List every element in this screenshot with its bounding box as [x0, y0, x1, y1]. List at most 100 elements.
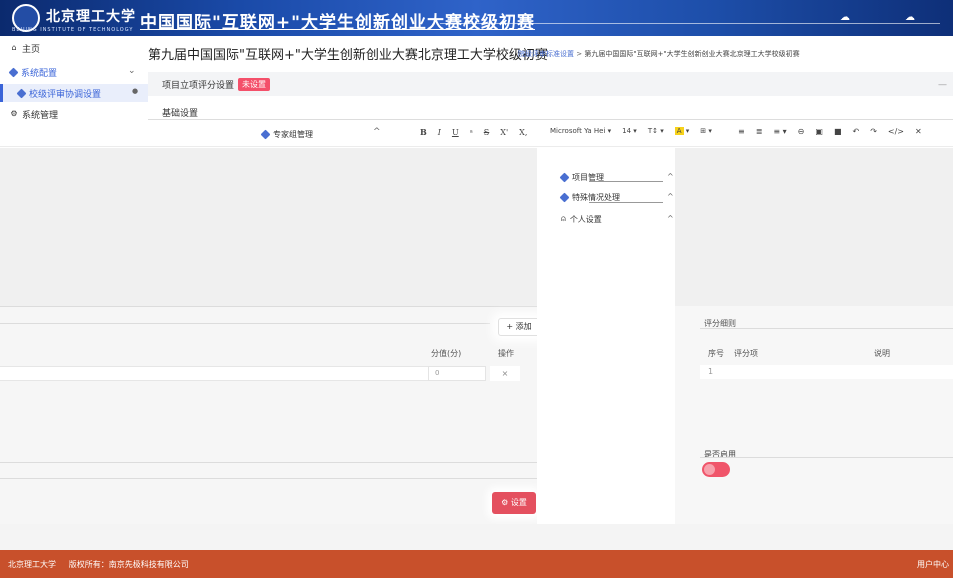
- font-color-button[interactable]: A ▾: [674, 127, 690, 135]
- school-logo-text: 北京理工大学: [46, 9, 136, 25]
- banner-title: 中国国际"互联网+"大学生创新创业大赛校级初赛: [140, 13, 535, 33]
- footer-school: 北京理工大学: [8, 560, 56, 569]
- code-icon[interactable]: </>: [888, 127, 904, 136]
- home-icon: ⌂: [11, 43, 17, 52]
- scoring-setting-label: 项目立项评分设置: [162, 80, 235, 91]
- align-select[interactable]: ≡ ▾: [773, 127, 786, 136]
- banner-ornament-icon: ☁: [840, 12, 850, 23]
- chevron-up-icon[interactable]: ^: [667, 214, 674, 223]
- table-button[interactable]: ⊞ ▾: [700, 127, 712, 135]
- cube-icon: [559, 172, 570, 182]
- strike-a-button[interactable]: ᵃ: [470, 128, 473, 137]
- clear-format-icon[interactable]: ✕: [915, 127, 922, 136]
- italic-button[interactable]: I: [438, 128, 441, 137]
- divider: [0, 478, 537, 479]
- cube-icon: [559, 192, 570, 202]
- banner-divider: [440, 23, 940, 24]
- divider: [0, 306, 537, 307]
- insert-controls: ≡ ≣ ≡ ▾ ⊖ ▣ ■ ↶ ↷ </> ✕: [738, 127, 922, 136]
- school-logo-subtitle: BEIJING INSTITUTE OF TECHNOLOGY: [12, 27, 134, 33]
- content-bottom: [0, 524, 953, 550]
- redo-icon[interactable]: ↷: [870, 127, 877, 136]
- settings-button[interactable]: ⚙ 设置: [492, 492, 536, 514]
- dropdown-menu: 项目管理 ^ 特殊情况处理 ^ ⍝ 个人设置 ^: [537, 148, 675, 524]
- chevron-down-icon: ▾: [685, 127, 690, 135]
- breadcrumb-separator: >: [576, 50, 583, 58]
- footer: 北京理工大学 版权所有：南京先极科技有限公司 用户中心: [0, 550, 953, 578]
- sidebar: ⌂ 主页 系统配置 ⌄ 校级评审协调设置 ● ⚙ 系统管理: [0, 36, 148, 122]
- unordered-list-icon[interactable]: ≡: [738, 127, 745, 136]
- dot-icon: ●: [132, 87, 139, 95]
- score-input[interactable]: 0: [428, 366, 486, 381]
- chevron-up-icon[interactable]: ^: [667, 172, 674, 181]
- editor-area-right[interactable]: [675, 148, 953, 306]
- chevron-up-icon[interactable]: ^: [373, 127, 381, 137]
- undo-icon[interactable]: ↶: [853, 127, 860, 136]
- cube-icon: [260, 129, 271, 140]
- underline-button[interactable]: U: [452, 128, 459, 137]
- format-buttons: B I U ᵃ S X' X,: [420, 127, 527, 137]
- font-family-select[interactable]: Microsoft Ya Hei ▾: [550, 127, 611, 135]
- basic-settings-row: 基础设置: [148, 104, 953, 120]
- editor-area[interactable]: [0, 148, 537, 306]
- sidebar-item-label: 系统管理: [22, 110, 59, 121]
- divider: [589, 181, 663, 182]
- divider: [0, 462, 537, 463]
- page-title: 第九届中国国际"互联网+"大学生创新创业大赛北京理工大学校级初赛: [148, 48, 548, 63]
- column-header-index: 序号: [708, 349, 724, 358]
- table-row: [700, 365, 953, 379]
- column-header-score: 分值(分): [431, 349, 462, 358]
- scoring-setting-bar[interactable]: 项目立项评分设置 未设置 —: [148, 72, 953, 96]
- status-badge: 未设置: [238, 77, 271, 91]
- top-banner: 北京理工大学 BEIJING INSTITUTE OF TECHNOLOGY 中…: [0, 0, 953, 36]
- delete-row-icon[interactable]: ×: [490, 366, 520, 381]
- sidebar-item-label: 系统配置: [21, 68, 58, 79]
- enable-toggle[interactable]: [702, 462, 730, 477]
- app-root: 北京理工大学 BEIJING INSTITUTE OF TECHNOLOGY 中…: [0, 0, 953, 578]
- footer-left: 北京理工大学 版权所有：南京先极科技有限公司: [8, 559, 189, 570]
- subscript-button[interactable]: X,: [519, 128, 527, 137]
- sidebar-item-review-coordination[interactable]: 校级评审协调设置: [16, 85, 102, 101]
- table-row: [0, 366, 428, 381]
- divider: [0, 323, 490, 324]
- sidebar-item-label: 校级评审协调设置: [29, 89, 102, 100]
- menu-item-label: 个人设置: [569, 214, 602, 224]
- bold-button[interactable]: B: [420, 127, 427, 137]
- editor-toolbar: 专家组管理 ^ B I U ᵃ S X' X, Microsoft Ya Hei…: [0, 120, 953, 147]
- cube-icon: [8, 67, 19, 77]
- user-center-link[interactable]: 用户中心: [917, 559, 949, 570]
- user-icon: ⍝: [561, 214, 566, 223]
- strikethrough-button[interactable]: S: [484, 128, 489, 137]
- divider: [589, 202, 663, 203]
- ordered-list-icon[interactable]: ≣: [756, 127, 763, 136]
- breadcrumb: 院级评审标准设置 > 第九届中国国际"互联网+"大学生创新创业大赛北京理工大学校…: [518, 49, 800, 59]
- sidebar-item-system-config[interactable]: 系统配置: [8, 64, 58, 80]
- text-type-select[interactable]: T↕ ▾: [648, 127, 664, 135]
- video-icon[interactable]: ■: [834, 127, 842, 136]
- toggle-knob: [704, 464, 715, 475]
- image-icon[interactable]: ▣: [815, 127, 823, 136]
- menu-item-expert-group[interactable]: 专家组管理: [260, 129, 313, 140]
- link-icon[interactable]: ⊖: [798, 127, 805, 136]
- row-index: 1: [708, 367, 714, 376]
- font-controls: Microsoft Ya Hei ▾ 14 ▾ T↕ ▾ A ▾ ⊞ ▾: [550, 127, 712, 135]
- column-header-item: 评分项: [734, 349, 758, 358]
- menu-item-personal-settings[interactable]: ⍝ 个人设置: [561, 212, 602, 226]
- breadcrumb-link[interactable]: 院级评审标准设置: [518, 50, 574, 58]
- breadcrumb-current: 第九届中国国际"互联网+"大学生创新创业大赛北京理工大学校级初赛: [584, 50, 800, 58]
- font-color-a-icon: A: [674, 127, 684, 135]
- chevron-up-icon[interactable]: ^: [667, 192, 674, 201]
- cube-icon: [16, 88, 27, 98]
- footer-copyright: 版权所有：南京先极科技有限公司: [68, 560, 189, 569]
- chevron-down-icon[interactable]: ⌄: [128, 66, 136, 76]
- add-button[interactable]: + 添加: [498, 318, 540, 336]
- column-header-note: 说明: [874, 349, 890, 358]
- divider: [700, 328, 953, 329]
- divider: [700, 457, 953, 458]
- menu-item-label: 特殊情况处理: [572, 192, 620, 202]
- superscript-button[interactable]: X': [500, 128, 508, 137]
- review-rules-panel: [675, 306, 953, 524]
- collapse-icon[interactable]: —: [938, 80, 947, 90]
- font-size-select[interactable]: 14 ▾: [622, 127, 637, 135]
- sidebar-item-home[interactable]: ⌂ 主页: [10, 40, 40, 56]
